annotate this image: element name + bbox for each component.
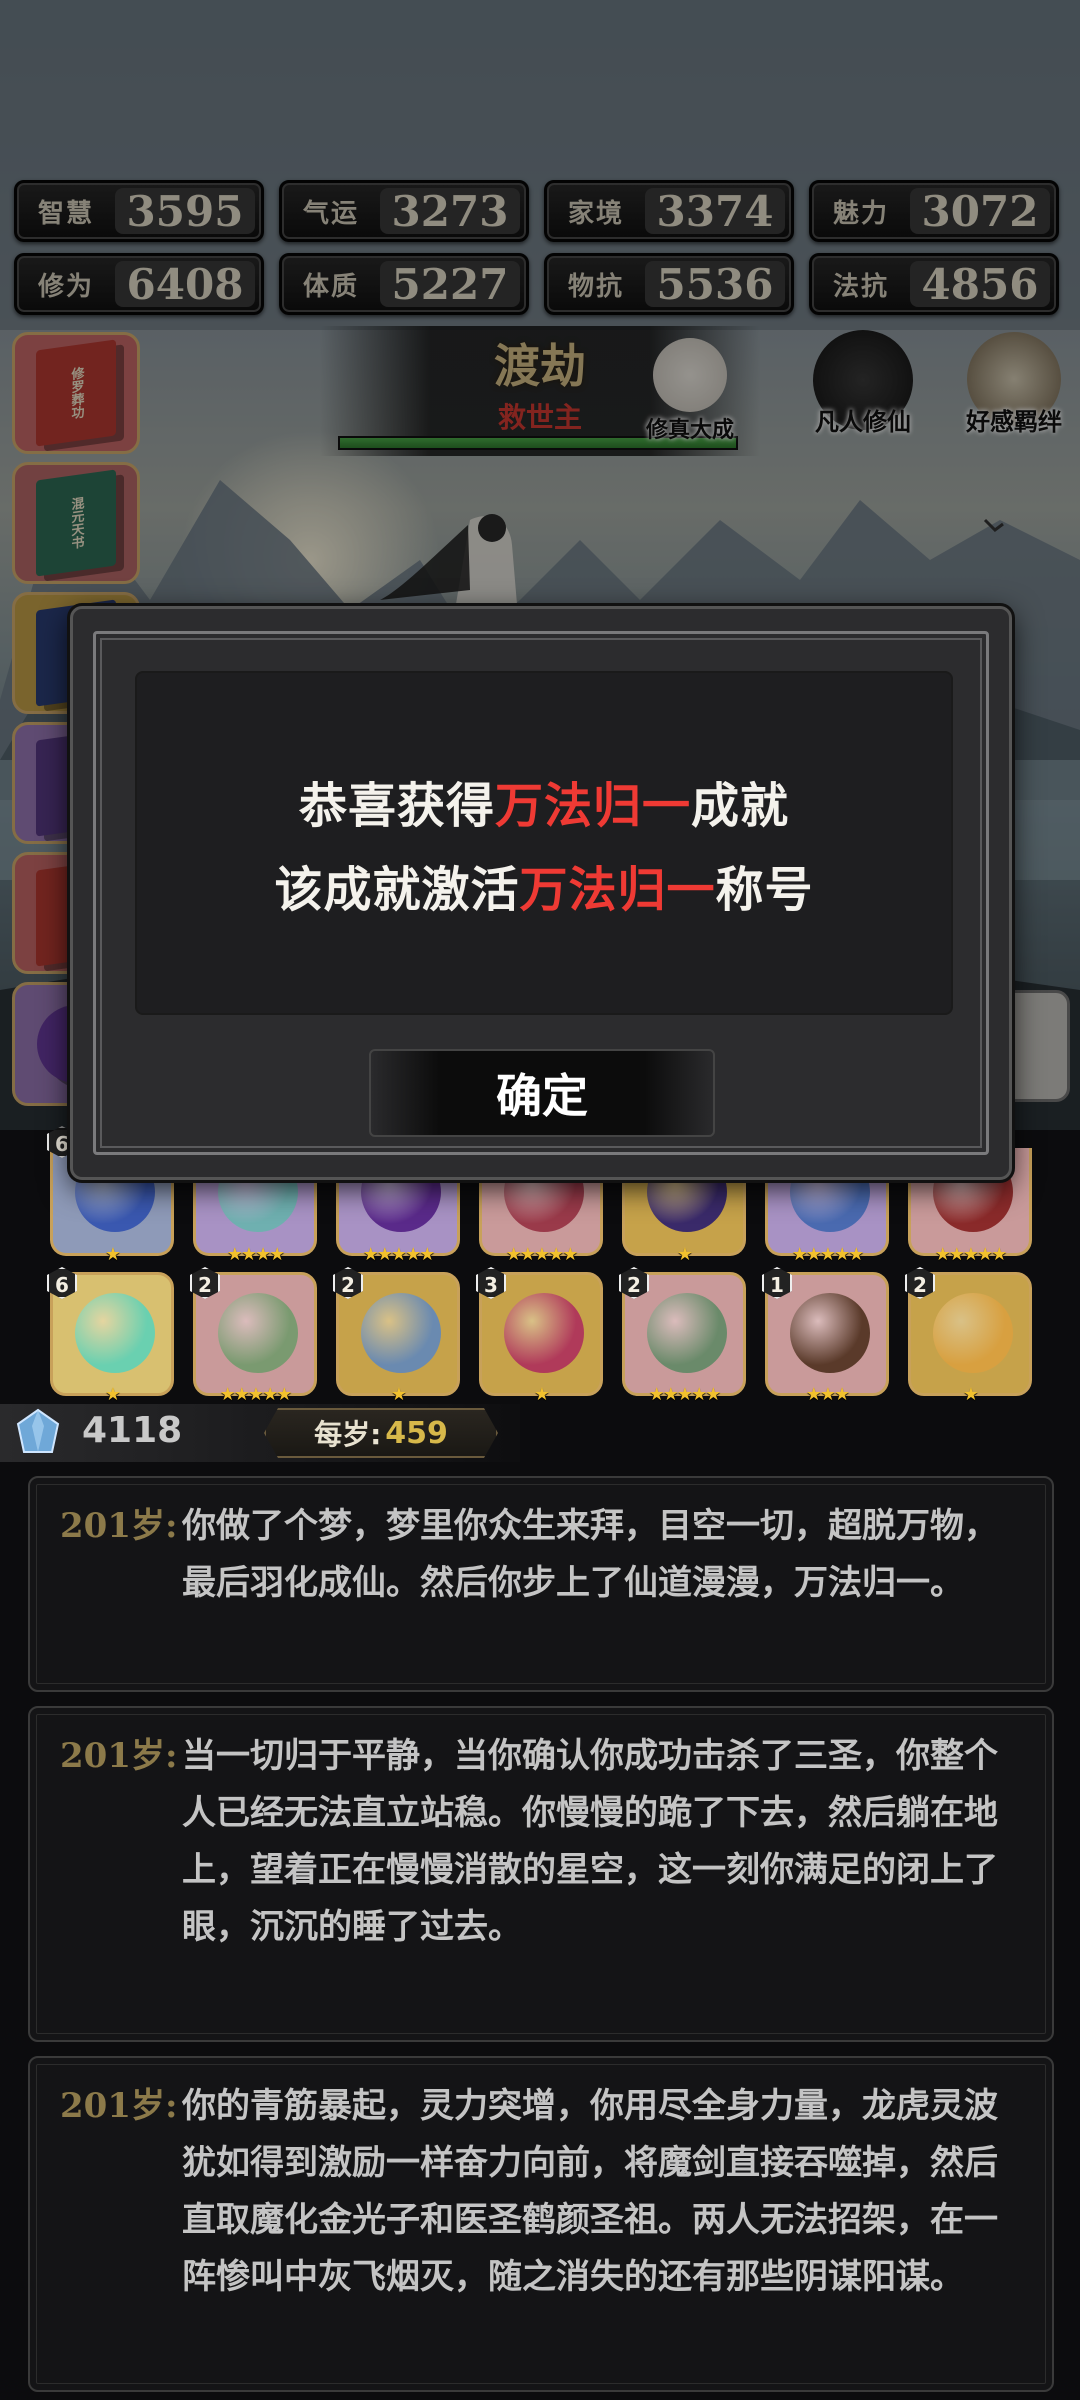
- message-line-1: 恭喜获得万法归一成就: [299, 766, 789, 836]
- per-year-label: 每岁:: [314, 1418, 382, 1451]
- log-age: 201岁:: [60, 2086, 178, 2126]
- item-count-badge: 6: [47, 1267, 77, 1299]
- item-star-rating: ★: [104, 1244, 121, 1265]
- inventory-item[interactable]: 6 ★: [47, 1267, 174, 1405]
- item-count-badge: 2: [333, 1267, 363, 1299]
- item-star-rating: ★★★★: [226, 1244, 286, 1265]
- item-count-badge: 2: [619, 1267, 649, 1299]
- item-star-rating: ★★★★★: [791, 1244, 865, 1265]
- item-count-badge: 1: [762, 1267, 792, 1299]
- log-age: 201岁:: [60, 1736, 178, 1776]
- item-star-rating: ★★★★★: [648, 1384, 722, 1405]
- message-box: 恭喜获得万法归一成就 该成就激活万法归一称号: [135, 671, 953, 1015]
- item-icon: [504, 1293, 584, 1373]
- item-icon: [361, 1293, 441, 1373]
- message-text: 称号: [715, 862, 814, 918]
- item-star-rating: ★: [676, 1244, 693, 1265]
- achievement-dialog: 恭喜获得万法归一成就 该成就激活万法归一称号 确定: [70, 606, 1012, 1180]
- message-text: 恭喜获得: [298, 778, 495, 834]
- log-text: 当一切归于平静，当你确认你成功击杀了三圣，你整个人已经无法直立站稳。你慢慢的跪了…: [182, 1736, 998, 1947]
- item-star-rating: ★★★★★: [219, 1384, 293, 1405]
- item-icon: [933, 1293, 1013, 1373]
- inventory-item[interactable]: 2 ★★★★★: [619, 1267, 746, 1405]
- item-count-badge: 2: [190, 1267, 220, 1299]
- item-count-badge: 2: [905, 1267, 935, 1299]
- item-star-rating: ★★★★★: [934, 1244, 1008, 1265]
- item-icon: [790, 1293, 870, 1373]
- inventory-item[interactable]: 3 ★: [476, 1267, 603, 1405]
- achievement-name: 万法归一: [494, 778, 691, 834]
- log-text: 你的青筋暴起，灵力突增，你用尽全身力量，龙虎灵波犹如得到激励一样奋力向前，将魔剑…: [182, 2086, 998, 2297]
- per-year-badge: 每岁: 459: [264, 1408, 498, 1458]
- message-text: 该成就激活: [274, 862, 520, 918]
- item-star-rating: ★★★★★: [362, 1244, 436, 1265]
- log-text: 你做了个梦，梦里你众生来拜，目空一切，超脱万物，最后羽化成仙。然后你步上了仙道漫…: [182, 1506, 998, 1603]
- item-star-rating: ★★★: [805, 1384, 850, 1405]
- item-icon: [218, 1293, 298, 1373]
- per-year-value: 459: [385, 1415, 448, 1451]
- inventory-item[interactable]: 2 ★★★★★: [190, 1267, 317, 1405]
- item-icon: [647, 1293, 727, 1373]
- log-entry: 201岁: 你做了个梦，梦里你众生来拜，目空一切，超脱万物，最后羽化成仙。然后你…: [28, 1476, 1054, 1692]
- inventory-item[interactable]: 2 ★: [905, 1267, 1032, 1405]
- log-entry: 201岁: 当一切归于平静，当你确认你成功击杀了三圣，你整个人已经无法直立站稳。…: [28, 1706, 1054, 2042]
- item-count-badge: 3: [476, 1267, 506, 1299]
- item-star-rating: ★: [962, 1384, 979, 1405]
- inventory-item[interactable]: 1 ★★★: [762, 1267, 889, 1405]
- item-icon: [75, 1293, 155, 1373]
- title-name: 万法归一: [519, 862, 716, 918]
- log-entry: 201岁: 你的青筋暴起，灵力突增，你用尽全身力量，龙虎灵波犹如得到激励一样奋力…: [28, 2056, 1054, 2392]
- item-star-rating: ★★★★★: [505, 1244, 579, 1265]
- message-text: 成就: [691, 778, 790, 834]
- message-line-2: 该成就激活万法归一称号: [274, 850, 813, 920]
- item-star-rating: ★: [104, 1384, 121, 1405]
- inventory-item[interactable]: 2 ★: [333, 1267, 460, 1405]
- spirit-stone-count: 4118: [82, 1410, 183, 1451]
- spirit-stone-icon: [16, 1408, 60, 1453]
- item-star-rating: ★: [533, 1384, 550, 1405]
- item-star-rating: ★: [390, 1384, 407, 1405]
- log-age: 201岁:: [60, 1506, 178, 1546]
- confirm-button[interactable]: 确定: [369, 1049, 715, 1137]
